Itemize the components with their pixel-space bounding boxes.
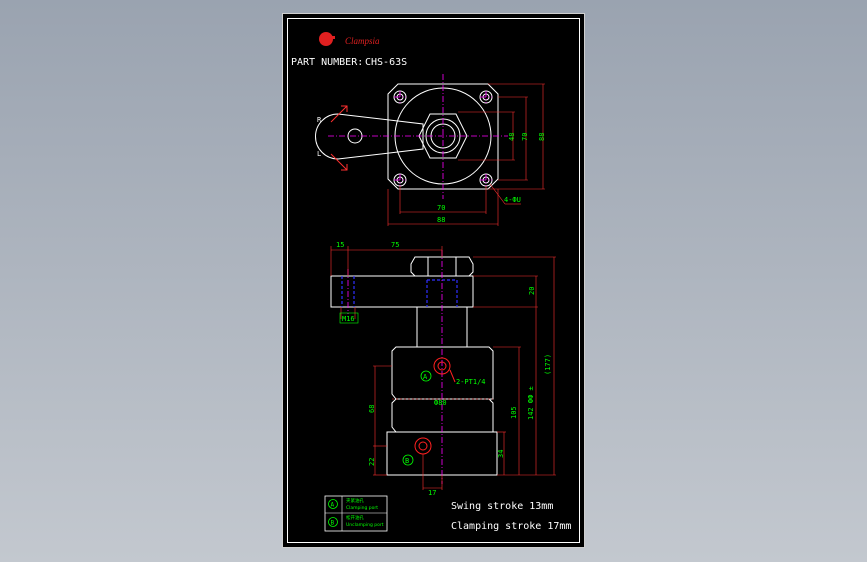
drawing-sheet: Clampsia PART NUMBER: CHS-63S R L 48 70 … (282, 13, 585, 548)
port-circle-bottom (414, 437, 432, 455)
dim-17: 17 (428, 489, 436, 497)
port-legend: A 夹紧油孔 Clamping port B 松开油孔 Unclamping p… (324, 495, 388, 532)
dim-34: 34 (497, 450, 505, 458)
port-b-marker: B (402, 454, 414, 466)
legend-a-cn: 夹紧油孔 (346, 497, 364, 504)
port-a-marker: A (420, 370, 432, 382)
cylinder-upper (391, 346, 494, 400)
dim-142: 142 ФФ ± (527, 386, 535, 420)
note-swing-stroke: Swing stroke 13mm (451, 501, 553, 512)
dim-m16: M16 (342, 315, 355, 323)
side-arm (330, 275, 474, 308)
legend-a-symbol: A (331, 502, 335, 509)
logo-brand: Clampsia (345, 36, 380, 46)
bolt-callout: 4-ФU (504, 196, 521, 204)
legend-b-en: Unclamping port (346, 522, 384, 528)
dim-70-horizontal: 70 (437, 204, 445, 212)
port-callout: 2-PT1/4 (456, 378, 486, 386)
legend-b-symbol: B (331, 520, 335, 527)
dim-22: 22 (368, 458, 376, 466)
legend-b-cn: 松开油孔 (346, 514, 364, 521)
port-a-symbol: A (423, 373, 428, 381)
drawing-canvas: Clampsia PART NUMBER: CHS-63S R L 48 70 … (291, 32, 571, 532)
dim-75: 75 (391, 241, 399, 249)
dim-88-vertical: 88 (538, 133, 546, 141)
dim-80: Ф80 (434, 399, 447, 407)
dim-48: 48 (508, 133, 516, 141)
part-number-value: CHS-63S (365, 57, 407, 68)
side-dimension-lines (330, 246, 556, 490)
logo: Clampsia (319, 32, 380, 46)
dim-68: 68 (368, 405, 376, 413)
dim-105: 105 (510, 406, 518, 419)
rotation-arrows (330, 105, 348, 171)
dim-70-vertical: 70 (521, 133, 529, 141)
dim-20: 20 (528, 287, 536, 295)
rotation-label-l: L (317, 150, 321, 158)
side-view (330, 256, 498, 476)
side-centerlines (347, 250, 443, 484)
port-b-symbol: B (405, 457, 409, 465)
side-hidden-lines (341, 276, 458, 307)
dim-88-horizontal: 88 (437, 216, 445, 224)
top-view (315, 83, 499, 190)
part-number-label: PART NUMBER: (291, 57, 363, 68)
rotation-label-r: R (317, 116, 322, 124)
top-view-centerlines (328, 74, 508, 199)
dim-15: 15 (336, 241, 344, 249)
legend-a-en: Clamping port (346, 505, 378, 511)
top-view-dimension-lines (387, 83, 545, 226)
dim-177: (177) (544, 354, 552, 375)
note-clamping-stroke: Clamping stroke 17mm (451, 521, 571, 532)
rotation-arrow-l (330, 153, 348, 171)
